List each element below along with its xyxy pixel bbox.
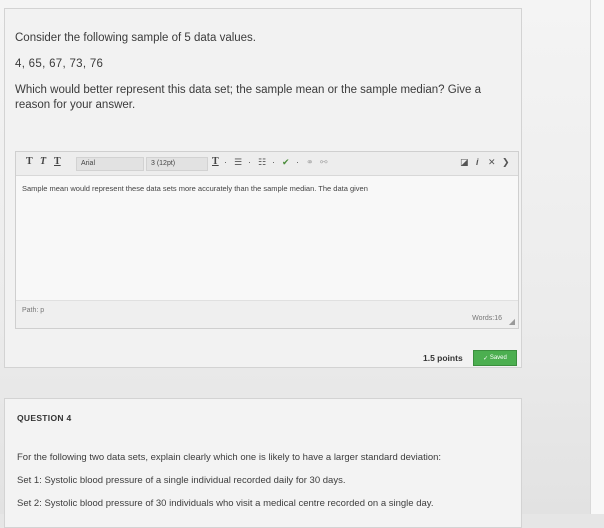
- bold-button[interactable]: T: [26, 156, 33, 167]
- preview-icon[interactable]: ◪: [460, 157, 469, 168]
- question-3-card: Consider the following sample of 5 data …: [4, 8, 522, 368]
- saved-status-button[interactable]: ✓ Saved: [473, 350, 517, 366]
- text-color-button[interactable]: T: [212, 156, 219, 167]
- info-icon[interactable]: i: [476, 157, 479, 167]
- italic-button[interactable]: T: [40, 156, 46, 167]
- bullet-list-icon[interactable]: ☰: [234, 157, 242, 168]
- saved-label: Saved: [489, 355, 507, 361]
- editor-content[interactable]: Sample mean would represent these data s…: [16, 176, 518, 300]
- unlink-icon[interactable]: ⚯: [320, 157, 328, 168]
- question-text: Which would better represent this data s…: [15, 84, 481, 111]
- fullscreen-icon[interactable]: ✕: [488, 157, 496, 168]
- answer-editor[interactable]: T T T Arial 3 (12pt) T · ☰ · ☷ · ✔ · ⚭ ⚯…: [15, 151, 519, 329]
- data-values: 4, 65, 67, 73, 76: [15, 58, 104, 70]
- set-1-text: Set 1: Systolic blood pressure of a sing…: [17, 475, 346, 486]
- underline-button[interactable]: T: [54, 156, 61, 167]
- word-count: Words:16: [472, 315, 502, 322]
- spellcheck-icon[interactable]: ✔: [282, 157, 290, 168]
- link-icon[interactable]: ⚭: [306, 157, 314, 168]
- numbered-list-dropdown-icon[interactable]: ·: [272, 157, 275, 167]
- page: Consider the following sample of 5 data …: [0, 0, 604, 528]
- question-4-prompt: For the following two data sets, explain…: [17, 452, 442, 463]
- resize-handle-icon[interactable]: ◢: [509, 317, 515, 326]
- numbered-list-icon[interactable]: ☷: [258, 157, 266, 168]
- question-4-card: QUESTION 4 For the following two data se…: [4, 398, 522, 528]
- question-number: QUESTION 4: [17, 413, 72, 423]
- color-dropdown-icon[interactable]: ·: [224, 157, 227, 167]
- question-intro: Consider the following sample of 5 data …: [15, 32, 257, 44]
- font-family-select[interactable]: Arial: [76, 157, 144, 171]
- checkmark-icon: ✓: [483, 355, 490, 362]
- editor-statusbar: Path: p Words:16 ◢: [16, 300, 518, 328]
- scrollbar-track[interactable]: [590, 0, 604, 514]
- element-path: Path: p: [22, 307, 45, 314]
- set-2-text: Set 2: Systolic blood pressure of 30 ind…: [17, 498, 434, 509]
- points-value: 1.5 points: [423, 353, 463, 363]
- collapse-toolbar-icon[interactable]: ❯: [502, 157, 510, 168]
- font-size-select[interactable]: 3 (12pt): [146, 157, 208, 171]
- editor-toolbar: T T T Arial 3 (12pt) T · ☰ · ☷ · ✔ · ⚭ ⚯…: [16, 152, 518, 176]
- list-dropdown-icon[interactable]: ·: [248, 157, 251, 167]
- spellcheck-dropdown-icon[interactable]: ·: [296, 157, 299, 167]
